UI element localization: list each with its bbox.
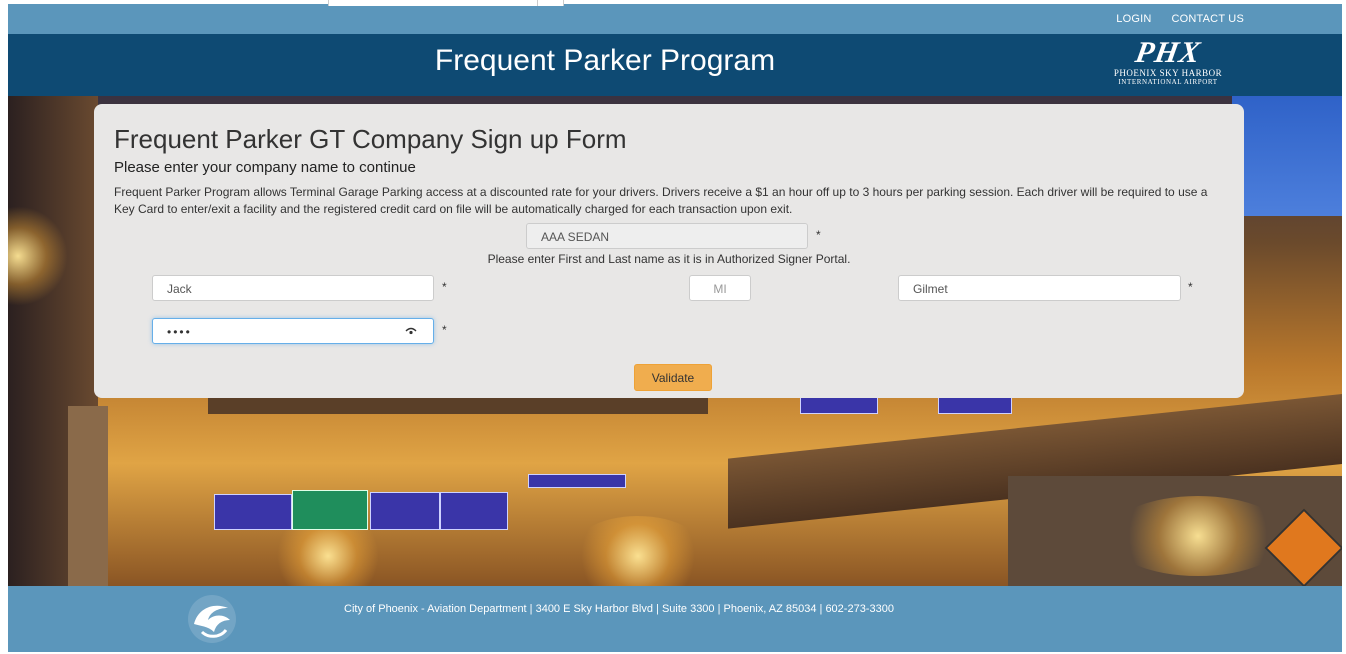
browser-tab-strip-end (538, 0, 564, 6)
logo-line-2: INTERNATIONAL AIRPORT (1118, 78, 1218, 86)
light-glow (568, 516, 708, 586)
form-subheading: Please enter your company name to contin… (114, 159, 416, 176)
contact-us-link[interactable]: CONTACT US (1172, 13, 1245, 25)
phx-airport-logo[interactable]: PHX PHOENIX SKY HARBOR INTERNATIONAL AIR… (1098, 36, 1238, 86)
top-links: LOGIN CONTACT US (1116, 13, 1244, 25)
page-footer: City of Phoenix - Aviation Department | … (8, 586, 1342, 652)
required-marker: * (442, 280, 447, 294)
login-link[interactable]: LOGIN (1116, 13, 1151, 25)
required-marker: * (816, 228, 821, 242)
sky (1232, 96, 1342, 216)
terminal-sign (214, 494, 292, 530)
top-navigation-bar: LOGIN CONTACT US (8, 0, 1342, 34)
required-marker: * (1188, 280, 1193, 294)
validate-button[interactable]: Validate (634, 364, 712, 391)
column (68, 406, 108, 586)
phoenix-bird-icon (180, 594, 244, 644)
light-glow (1108, 496, 1288, 576)
overpass-beam (208, 396, 708, 414)
footer-address: City of Phoenix - Aviation Department | … (344, 603, 894, 615)
signup-form-card: Frequent Parker GT Company Sign up Form … (94, 104, 1244, 398)
overhead-sign (528, 474, 626, 488)
name-hint: Please enter First and Last name as it i… (487, 252, 851, 266)
first-name-field[interactable]: Jack (152, 275, 434, 301)
direction-sign (292, 490, 368, 530)
page-header: Frequent Parker Program PHX PHOENIX SKY … (8, 34, 1342, 96)
middle-initial-field[interactable]: MI (689, 275, 751, 301)
browser-tab-strip (328, 0, 538, 6)
last-name-field[interactable]: Gilmet (898, 275, 1181, 301)
page-title: Frequent Parker Program (434, 44, 776, 77)
required-marker: * (442, 323, 447, 337)
password-field[interactable]: •••• (152, 318, 434, 344)
terminal-sign (370, 492, 440, 530)
logo-mark: PHX (1132, 36, 1204, 69)
company-name-field[interactable]: AAA SEDAN (526, 223, 808, 249)
form-heading: Frequent Parker GT Company Sign up Form (114, 124, 627, 154)
logo-line-1: PHOENIX SKY HARBOR (1113, 68, 1223, 78)
program-description: Frequent Parker Program allows Terminal … (114, 185, 1208, 216)
overhead-sign (938, 396, 1012, 414)
eye-icon[interactable] (405, 326, 417, 338)
terminal-sign (440, 492, 508, 530)
overhead-sign (800, 396, 878, 414)
password-masked-value: •••• (167, 325, 192, 339)
